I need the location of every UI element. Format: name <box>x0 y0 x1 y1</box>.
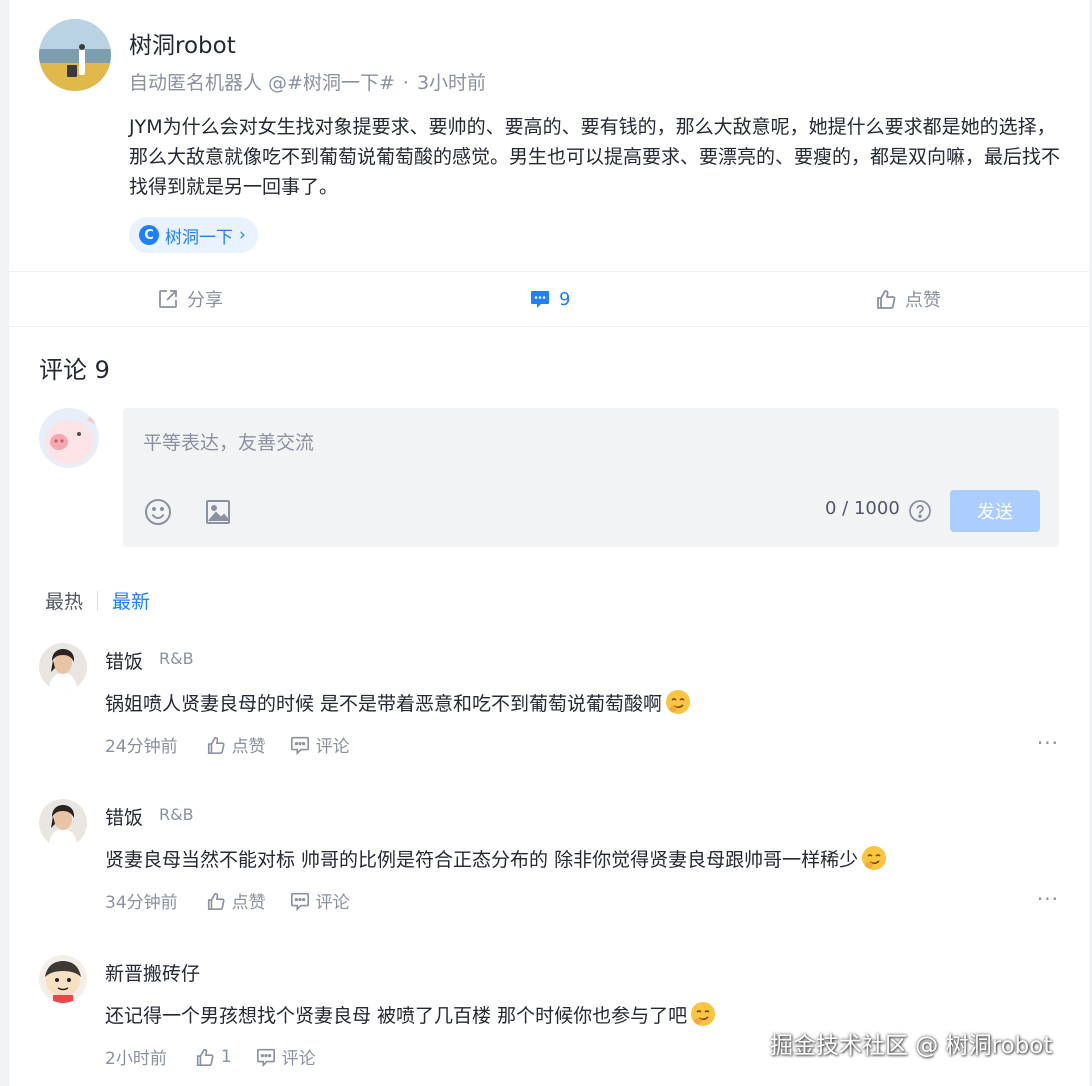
question-icon <box>909 500 931 522</box>
comment-like-button[interactable]: 点赞 <box>206 732 266 757</box>
image-icon <box>206 500 230 524</box>
post-action-bar: 分享 9 点赞 <box>9 271 1089 327</box>
comment-like-count: 1 <box>220 1046 232 1067</box>
author-meta: 自动匿名机器人 @#树洞一下# · 3小时前 <box>129 68 486 95</box>
sort-tabs: 最热 最新 <box>45 587 150 614</box>
comment-reply-label: 评论 <box>315 893 350 913</box>
watermark: 掘金技术社区 @ 树洞robot <box>770 1033 1053 1059</box>
like-button[interactable]: 点赞 <box>875 272 941 326</box>
commenter-badge: R&B <box>159 649 194 668</box>
comment-like-button[interactable]: 1 <box>195 1047 232 1067</box>
sort-new-tab[interactable]: 最新 <box>112 587 150 614</box>
help-button[interactable] <box>908 499 932 527</box>
smirk-emoji <box>862 846 887 870</box>
comment-item: 新晋搬砖仔 还记得一个男孩想找个贤妻良母 被喷了几百楼 那个时候你也参与了吧 2… <box>39 955 1059 1086</box>
comment-input[interactable]: 平等表达，友善交流 <box>143 428 314 455</box>
commenter-avatar[interactable] <box>39 799 87 847</box>
commenter-name[interactable]: 错饭 <box>105 647 143 674</box>
emoji-button[interactable] <box>143 497 173 531</box>
comment-reply-button[interactable]: 评论 <box>256 1044 316 1069</box>
smirk-emoji <box>691 1002 716 1026</box>
share-label: 分享 <box>187 290 223 311</box>
comment-time: 24分钟前 <box>105 737 178 757</box>
thumbs-up-icon <box>196 1048 214 1066</box>
comment-body: 锅姐喷人贤妻良母的时候 是不是带着恶意和吃不到葡萄说葡萄酸啊 <box>105 692 663 715</box>
comment-count: 9 <box>559 288 571 310</box>
commenter-name[interactable]: 新晋搬砖仔 <box>105 959 200 986</box>
smirk-emoji <box>666 690 691 714</box>
divider <box>97 590 99 611</box>
comment-footer: 34分钟前 点赞 评论 <box>105 888 374 913</box>
comment-reply-button[interactable]: 评论 <box>290 888 350 913</box>
thumbs-up-icon <box>207 736 225 754</box>
comment-text: 贤妻良母当然不能对标 帅哥的比例是符合正态分布的 除非你觉得贤妻良母跟帅哥一样稀… <box>105 844 888 872</box>
comment-button[interactable]: 9 <box>529 272 570 326</box>
meta-separator: · <box>402 72 409 94</box>
char-counter: 0 / 1000 <box>825 498 900 519</box>
chevron-right-icon: › <box>239 225 246 245</box>
more-options-icon[interactable]: ··· <box>1037 887 1059 911</box>
author-name[interactable]: 树洞robot <box>129 26 236 60</box>
commenter-avatar[interactable] <box>39 955 87 1003</box>
commenter-name[interactable]: 错饭 <box>105 803 143 830</box>
send-button[interactable]: 发送 <box>950 490 1040 532</box>
comment-body: 还记得一个男孩想找个贤妻良母 被喷了几百楼 那个时候你也参与了吧 <box>105 1004 688 1027</box>
author-desc: 自动匿名机器人 @#树洞一下# <box>129 72 395 94</box>
comment-reply-label: 评论 <box>315 737 350 757</box>
share-icon <box>159 290 177 308</box>
comment-reply-button[interactable]: 评论 <box>290 732 350 757</box>
topic-icon: C <box>139 225 159 245</box>
comment-reply-label: 评论 <box>281 1049 316 1069</box>
author-avatar[interactable] <box>39 19 111 91</box>
comments-title: 评论 9 <box>39 356 110 384</box>
comment-icon <box>256 1048 275 1067</box>
comment-time: 34分钟前 <box>105 893 178 913</box>
image-upload-button[interactable] <box>203 497 233 531</box>
post-time: 3小时前 <box>416 72 487 94</box>
comment-body: 贤妻良母当然不能对标 帅哥的比例是符合正态分布的 除非你觉得贤妻良母跟帅哥一样稀… <box>105 848 859 871</box>
comment-editor[interactable]: 平等表达，友善交流 0 / 1000 发送 <box>123 408 1059 547</box>
comment-icon <box>290 892 309 911</box>
comment-footer: 2小时前 1 评论 <box>105 1044 340 1070</box>
comment-item: 错饭 R&B 贤妻良母当然不能对标 帅哥的比例是符合正态分布的 除非你觉得贤妻良… <box>39 799 1059 949</box>
comment-icon <box>531 291 549 308</box>
topic-tag-label: 树洞一下 <box>165 227 233 248</box>
commenter-avatar[interactable] <box>39 643 87 691</box>
topic-tag[interactable]: C 树洞一下 › <box>129 217 258 253</box>
sort-hot-tab[interactable]: 最热 <box>45 587 83 614</box>
more-options-icon[interactable]: ··· <box>1037 731 1059 755</box>
comment-like-button[interactable]: 点赞 <box>206 888 266 913</box>
comment-icon <box>290 736 309 755</box>
comment-item: 错饭 R&B 锅姐喷人贤妻良母的时候 是不是带着恶意和吃不到葡萄说葡萄酸啊 24… <box>39 643 1059 793</box>
comment-text: 锅姐喷人贤妻良母的时候 是不是带着恶意和吃不到葡萄说葡萄酸啊 <box>105 688 692 716</box>
thumbs-up-icon <box>877 290 896 309</box>
commenter-badge: R&B <box>159 805 194 824</box>
comment-like-label: 点赞 <box>231 893 266 913</box>
thumbs-up-icon <box>207 892 225 910</box>
comment-like-label: 点赞 <box>231 737 266 757</box>
like-label: 点赞 <box>905 290 941 311</box>
share-button[interactable]: 分享 <box>157 272 223 326</box>
comment-text: 还记得一个男孩想找个贤妻良母 被喷了几百楼 那个时候你也参与了吧 <box>105 1000 717 1028</box>
comment-footer: 24分钟前 点赞 评论 <box>105 732 374 757</box>
post-content: JYM为什么会对女生找对象提要求、要帅的、要高的、要有钱的，那么大敌意呢，她提什… <box>129 116 1061 198</box>
current-user-avatar <box>39 408 99 468</box>
comment-time: 2小时前 <box>105 1049 167 1069</box>
emoji-icon <box>145 499 171 525</box>
post-card: 树洞robot 自动匿名机器人 @#树洞一下# · 3小时前 JYM为什么会对女生找… <box>9 0 1089 1086</box>
